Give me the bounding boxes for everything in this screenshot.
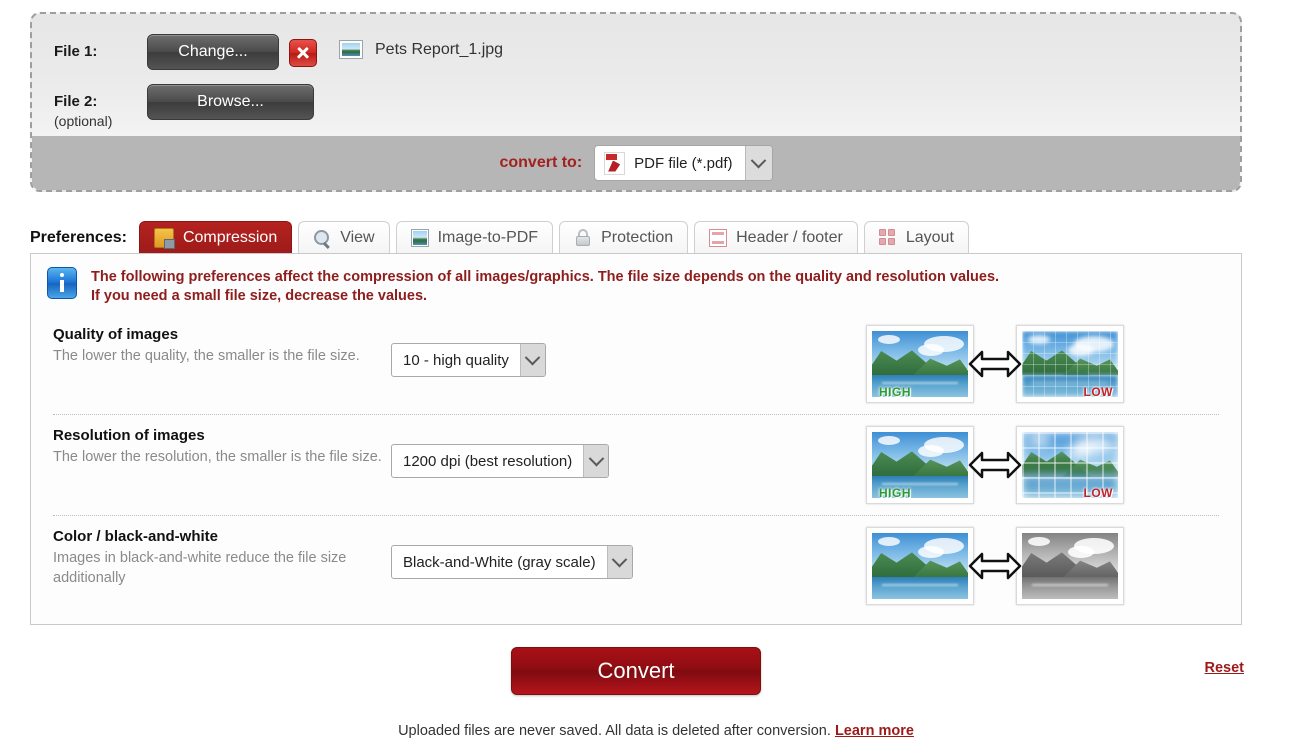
notice-line-2: If you need a small file size, decrease …	[91, 288, 428, 304]
tab-layout[interactable]: Layout	[863, 221, 969, 254]
tag-low: LOW	[1083, 385, 1113, 399]
photo-low-resolution: LOW	[1016, 426, 1124, 504]
file-2-label-text: File 2:	[54, 93, 98, 110]
option-resolution-text: Resolution of images The lower the resol…	[53, 424, 391, 467]
color-mode-select-value: Black-and-White (gray scale)	[403, 553, 596, 571]
tab-protection-label: Protection	[601, 229, 674, 246]
file-rows: File 1: Change... Pets Report_1.jpg File…	[32, 14, 1240, 136]
tab-header-footer[interactable]: Header / footer	[694, 221, 858, 254]
option-resolution-title: Resolution of images	[53, 427, 205, 444]
resolution-select[interactable]: 1200 dpi (best resolution)	[391, 444, 610, 478]
option-color-title: Color / black-and-white	[53, 528, 219, 545]
tab-protection[interactable]: Protection	[559, 221, 689, 254]
chevron-down-icon[interactable]	[519, 344, 545, 376]
tag-high: HIGH	[879, 486, 911, 500]
double-arrow-icon	[968, 549, 1022, 583]
notice-text: The following preferences affect the com…	[91, 267, 999, 306]
quality-select-value: 10 - high quality	[403, 351, 509, 369]
preferences-title: Preferences:	[30, 229, 127, 246]
tag-high: HIGH	[879, 385, 911, 399]
image-icon	[410, 229, 429, 247]
reset-link[interactable]: Reset	[1205, 660, 1245, 676]
tab-header-footer-label: Header / footer	[736, 229, 843, 246]
option-quality-desc: The lower the quality, the smaller is th…	[53, 348, 360, 364]
padlock-icon	[574, 229, 592, 247]
upload-panel: File 1: Change... Pets Report_1.jpg File…	[30, 12, 1242, 192]
option-quality-title: Quality of images	[53, 326, 179, 343]
photo-high-resolution: HIGH	[866, 426, 974, 504]
convert-to-value: PDF file (*.pdf)	[634, 154, 733, 172]
quality-illustration: HIGH LOW	[866, 323, 1134, 405]
privacy-note: Uploaded files are never saved. All data…	[0, 723, 1312, 739]
file-1-label: File 1:	[54, 43, 98, 60]
photo-high-quality: HIGH	[866, 325, 974, 403]
photo-low-quality: LOW	[1016, 325, 1124, 403]
chevron-down-icon[interactable]	[744, 146, 772, 180]
resolution-select-value: 1200 dpi (best resolution)	[403, 452, 573, 470]
pdf-file-icon	[604, 151, 626, 175]
image-thumbnail-icon	[339, 40, 363, 59]
compression-icon	[153, 228, 175, 249]
tab-compression-label: Compression	[182, 229, 278, 246]
browse-file-button[interactable]: Browse...	[147, 84, 314, 120]
option-row-quality: Quality of images The lower the quality,…	[53, 314, 1219, 415]
tab-compression[interactable]: Compression	[138, 221, 293, 254]
preferences-tabbar: Preferences: Compression View Image-to-P…	[30, 218, 1242, 254]
option-resolution-desc: The lower the resolution, the smaller is…	[53, 449, 382, 465]
color-mode-select[interactable]: Black-and-White (gray scale)	[391, 545, 633, 579]
quality-select[interactable]: 10 - high quality	[391, 343, 546, 377]
resolution-illustration: HIGH LOW	[866, 424, 1134, 506]
info-icon	[47, 267, 77, 299]
learn-more-link[interactable]: Learn more	[835, 723, 914, 739]
magnifier-icon	[313, 229, 331, 247]
color-illustration	[866, 525, 1134, 607]
convert-to-bar: convert to: PDF file (*.pdf)	[32, 136, 1240, 190]
notice-banner: The following preferences affect the com…	[31, 254, 1241, 314]
change-file-button[interactable]: Change...	[147, 34, 279, 70]
option-color-desc: Images in black-and-white reduce the fil…	[53, 550, 347, 586]
file-2-optional-text: (optional)	[54, 113, 113, 129]
file-1-name: Pets Report_1.jpg	[375, 40, 504, 58]
delete-x-icon[interactable]	[289, 39, 317, 67]
tab-layout-label: Layout	[905, 229, 954, 246]
option-row-color: Color / black-and-white Images in black-…	[53, 516, 1219, 616]
photo-grayscale	[1016, 527, 1124, 605]
tag-low: LOW	[1083, 486, 1113, 500]
convert-to-select[interactable]: PDF file (*.pdf)	[594, 145, 773, 181]
double-arrow-icon	[968, 448, 1022, 482]
photo-color	[866, 527, 974, 605]
file-2-label: File 2: (optional)	[32, 84, 147, 130]
option-row-resolution: Resolution of images The lower the resol…	[53, 415, 1219, 516]
tab-view[interactable]: View	[298, 221, 390, 254]
file-row-1: File 1: Change... Pets Report_1.jpg	[32, 34, 1240, 84]
file-row-2: File 2: (optional) Browse...	[32, 84, 1240, 134]
tab-image-to-pdf[interactable]: Image-to-PDF	[395, 221, 554, 254]
convert-to-label: convert to:	[499, 154, 583, 171]
privacy-note-text: Uploaded files are never saved. All data…	[398, 723, 835, 739]
layout-grid-icon	[878, 229, 897, 247]
chevron-down-icon[interactable]	[583, 445, 609, 477]
option-color-text: Color / black-and-white Images in black-…	[53, 525, 391, 588]
double-arrow-icon	[968, 347, 1022, 381]
chevron-down-icon[interactable]	[606, 546, 632, 578]
file-1-chip: Pets Report_1.jpg	[339, 40, 503, 59]
option-quality-text: Quality of images The lower the quality,…	[53, 323, 391, 366]
compression-preferences-panel: The following preferences affect the com…	[30, 253, 1242, 625]
tab-view-label: View	[340, 229, 375, 246]
page-icon	[709, 229, 728, 247]
tab-image-to-pdf-label: Image-to-PDF	[437, 229, 539, 246]
notice-line-1: The following preferences affect the com…	[91, 269, 1000, 285]
convert-button[interactable]: Convert	[511, 647, 761, 695]
